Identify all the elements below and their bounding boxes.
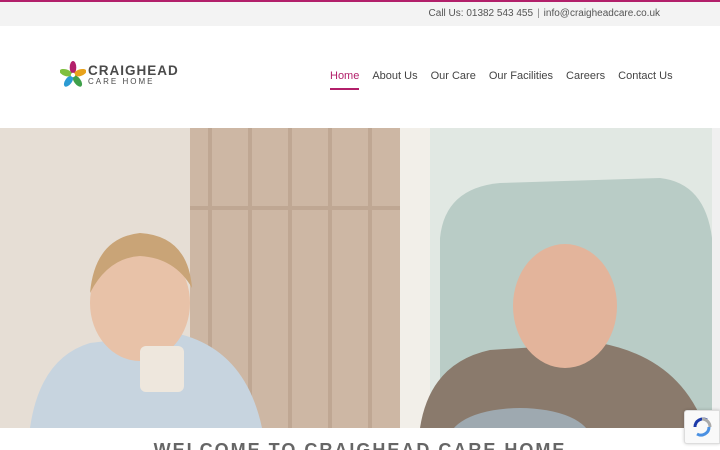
page-scrollbar[interactable] <box>712 128 720 428</box>
logo-subtitle: CARE HOME <box>88 77 155 86</box>
contact-info: Call Us: 01382 543 455 | info@craigheadc… <box>429 8 660 19</box>
email-link[interactable]: info@craigheadcare.co.uk <box>544 8 660 19</box>
nav-item-contact-us[interactable]: Contact Us <box>618 70 672 82</box>
recaptcha-badge[interactable] <box>684 410 720 444</box>
logo-name: CRAIGHEAD <box>88 63 179 78</box>
top-bar: Call Us: 01382 543 455 | info@craigheadc… <box>0 2 720 26</box>
site-header: CRAIGHEAD CARE HOME Home About Us Our Ca… <box>0 26 720 128</box>
nav-item-about-us[interactable]: About Us <box>372 70 417 82</box>
flower-logo-icon <box>60 61 86 87</box>
contact-separator: | <box>537 8 540 19</box>
phone-link[interactable]: Call Us: 01382 543 455 <box>429 8 534 19</box>
site-logo[interactable]: CRAIGHEAD CARE HOME <box>60 60 180 90</box>
nav-item-our-facilities[interactable]: Our Facilities <box>489 70 553 82</box>
nav-item-careers[interactable]: Careers <box>566 70 605 82</box>
welcome-heading: WELCOME TO CRAIGHEAD CARE HOME <box>153 440 567 450</box>
recaptcha-icon <box>693 417 712 437</box>
nav-item-our-care[interactable]: Our Care <box>431 70 476 82</box>
hero-image <box>0 128 712 428</box>
main-nav: Home About Us Our Care Our Facilities Ca… <box>330 70 673 90</box>
nav-item-home[interactable]: Home <box>330 70 360 90</box>
hero-illustration <box>0 128 712 428</box>
